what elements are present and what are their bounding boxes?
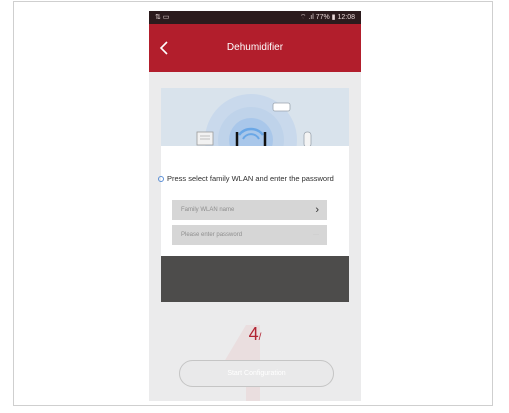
card-shadow-panel <box>161 256 349 302</box>
step-indicator: 4/ <box>149 324 361 345</box>
page-title: Dehumidifier <box>226 42 284 53</box>
back-button[interactable] <box>155 38 175 58</box>
info-icon <box>158 176 164 182</box>
status-icons-left: ⇅ ▭ <box>155 14 170 21</box>
password-placeholder: Please enter password <box>181 232 243 238</box>
chevron-left-icon <box>159 41 168 55</box>
wlan-card <box>161 146 349 302</box>
phone-screen: ⇅ ▭ ⌔ .ıl 77% ▮ 12:08 Dehumidifier Press… <box>149 11 361 401</box>
status-bar: ⇅ ▭ ⌔ .ıl 77% ▮ 12:08 <box>149 11 361 24</box>
app-header: Dehumidifier <box>149 24 361 72</box>
chevron-right-icon[interactable]: › <box>315 200 319 220</box>
step-current: 4 <box>248 324 259 344</box>
password-visibility-toggle[interactable]: ··· <box>313 225 319 245</box>
status-icons-right: ⌔ .ıl 77% ▮ 12:08 <box>299 14 355 21</box>
wlan-name-field[interactable]: Family WLAN name › <box>172 200 327 220</box>
password-field[interactable]: Please enter password ··· <box>172 225 327 245</box>
step-separator: / <box>258 332 262 343</box>
instruction-text: Press select family WLAN and enter the p… <box>158 174 338 183</box>
wlan-name-placeholder: Family WLAN name <box>181 207 235 213</box>
start-configuration-button[interactable]: Start Configuration <box>179 360 334 387</box>
main-content: Press select family WLAN and enter the p… <box>149 72 361 401</box>
